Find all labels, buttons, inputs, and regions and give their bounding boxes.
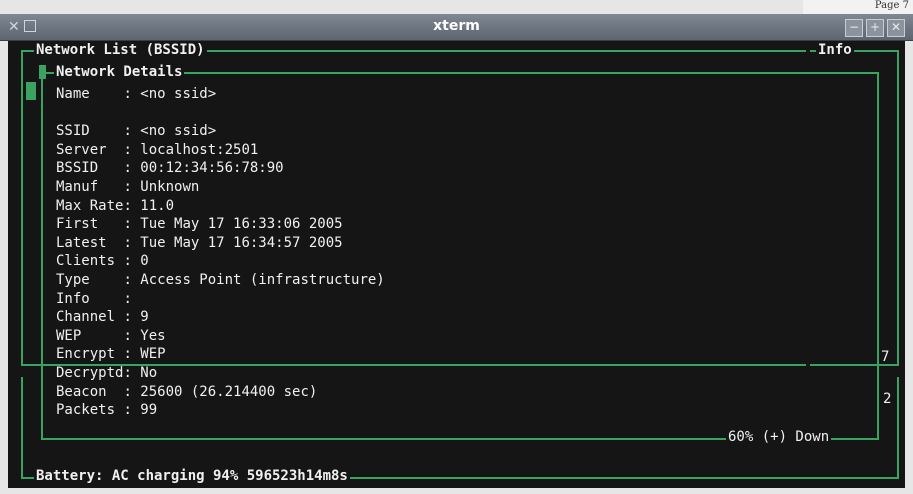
detail-value: Tue May 17 16:33:06 2005 (140, 216, 343, 233)
detail-key: Decryptd (56, 365, 124, 381)
detail-value: 00:12:34:56:78:90 (140, 160, 284, 177)
detail-row: Decryptd: No (56, 365, 158, 381)
detail-row: Beacon : 25600 (26.214400 sec) (56, 383, 318, 400)
minimize-button[interactable]: − (845, 19, 863, 37)
detail-row: Channel : 9 (56, 309, 149, 326)
network-details-title: Network Details (54, 64, 185, 80)
detail-row: Latest : Tue May 17 16:34:57 2005 (56, 234, 343, 251)
network-list-title: Network List (BSSID) (34, 42, 207, 58)
detail-value: No (140, 365, 158, 381)
page-number: Page 7 (874, 0, 909, 11)
detail-key: Server (56, 141, 124, 158)
detail-key: WEP (56, 327, 124, 344)
maximize-button[interactable]: + (866, 19, 884, 37)
detail-row: Max Rate: 11.0 (56, 197, 175, 214)
side-number-1: 7 (881, 349, 890, 365)
detail-value: <no ssid> (140, 86, 217, 102)
detail-row: Info : (56, 290, 141, 307)
scroll-status: 60% (+) Down (726, 429, 832, 445)
detail-value: Yes (140, 327, 166, 344)
page-edge: Page 7 (803, 0, 913, 14)
detail-row: BSSID : 00:12:34:56:78:90 (56, 160, 284, 177)
detail-value: Unknown (140, 179, 200, 195)
window-titlebar[interactable]: ✕ xterm − + ✕ (0, 14, 913, 41)
detail-row: Clients : 0 (56, 253, 149, 270)
detail-key: Beacon (56, 383, 124, 400)
detail-value: localhost:2501 (140, 141, 259, 158)
detail-key: Encrypt (56, 346, 124, 363)
terminal-area[interactable]: Network List (BSSID) Info Network Detail… (8, 41, 905, 488)
detail-row: Name : <no ssid> (56, 86, 217, 102)
detail-row: Encrypt : WEP (56, 346, 166, 363)
battery-status: Battery: AC charging 94% 596523h14m8s (34, 468, 350, 484)
detail-value: Access Point (infrastructure) (140, 272, 385, 288)
detail-key: Packets (56, 402, 124, 419)
detail-value: WEP (140, 346, 166, 363)
detail-key: First (56, 216, 124, 233)
detail-value: Tue May 17 16:34:57 2005 (140, 234, 343, 251)
detail-key: Manuf (56, 179, 124, 195)
detail-key: Latest (56, 234, 124, 251)
detail-key: Clients (56, 253, 124, 270)
detail-row: Packets : 99 (56, 402, 158, 419)
detail-key: SSID (56, 123, 124, 140)
detail-key: Channel (56, 309, 124, 326)
close-button[interactable]: ✕ (887, 19, 905, 37)
detail-value: 99 (140, 402, 158, 419)
detail-value: 9 (140, 309, 149, 326)
info-title: Info (816, 42, 854, 58)
detail-value: 11.0 (140, 197, 175, 214)
detail-key: Name (56, 86, 124, 102)
detail-key: BSSID (56, 160, 124, 177)
window-title: xterm (433, 18, 480, 34)
detail-key: Info (56, 290, 124, 307)
detail-value: 0 (140, 253, 149, 270)
selection-marker (26, 82, 36, 100)
side-number-2: 2 (883, 391, 892, 407)
detail-row: Server : localhost:2501 (56, 141, 259, 158)
detail-row: Type : Access Point (infrastructure) (56, 272, 385, 288)
detail-key: Type (56, 272, 124, 288)
detail-value: 25600 (26.214400 sec) (140, 383, 318, 400)
detail-row: WEP : Yes (56, 327, 166, 344)
detail-key: Max Rate (56, 197, 124, 214)
detail-row: SSID : <no ssid> (56, 123, 217, 140)
detail-row: First : Tue May 17 16:33:06 2005 (56, 216, 343, 233)
list-cursor (39, 65, 46, 79)
detail-row: Manuf : Unknown (56, 179, 200, 195)
detail-value: <no ssid> (140, 123, 217, 140)
